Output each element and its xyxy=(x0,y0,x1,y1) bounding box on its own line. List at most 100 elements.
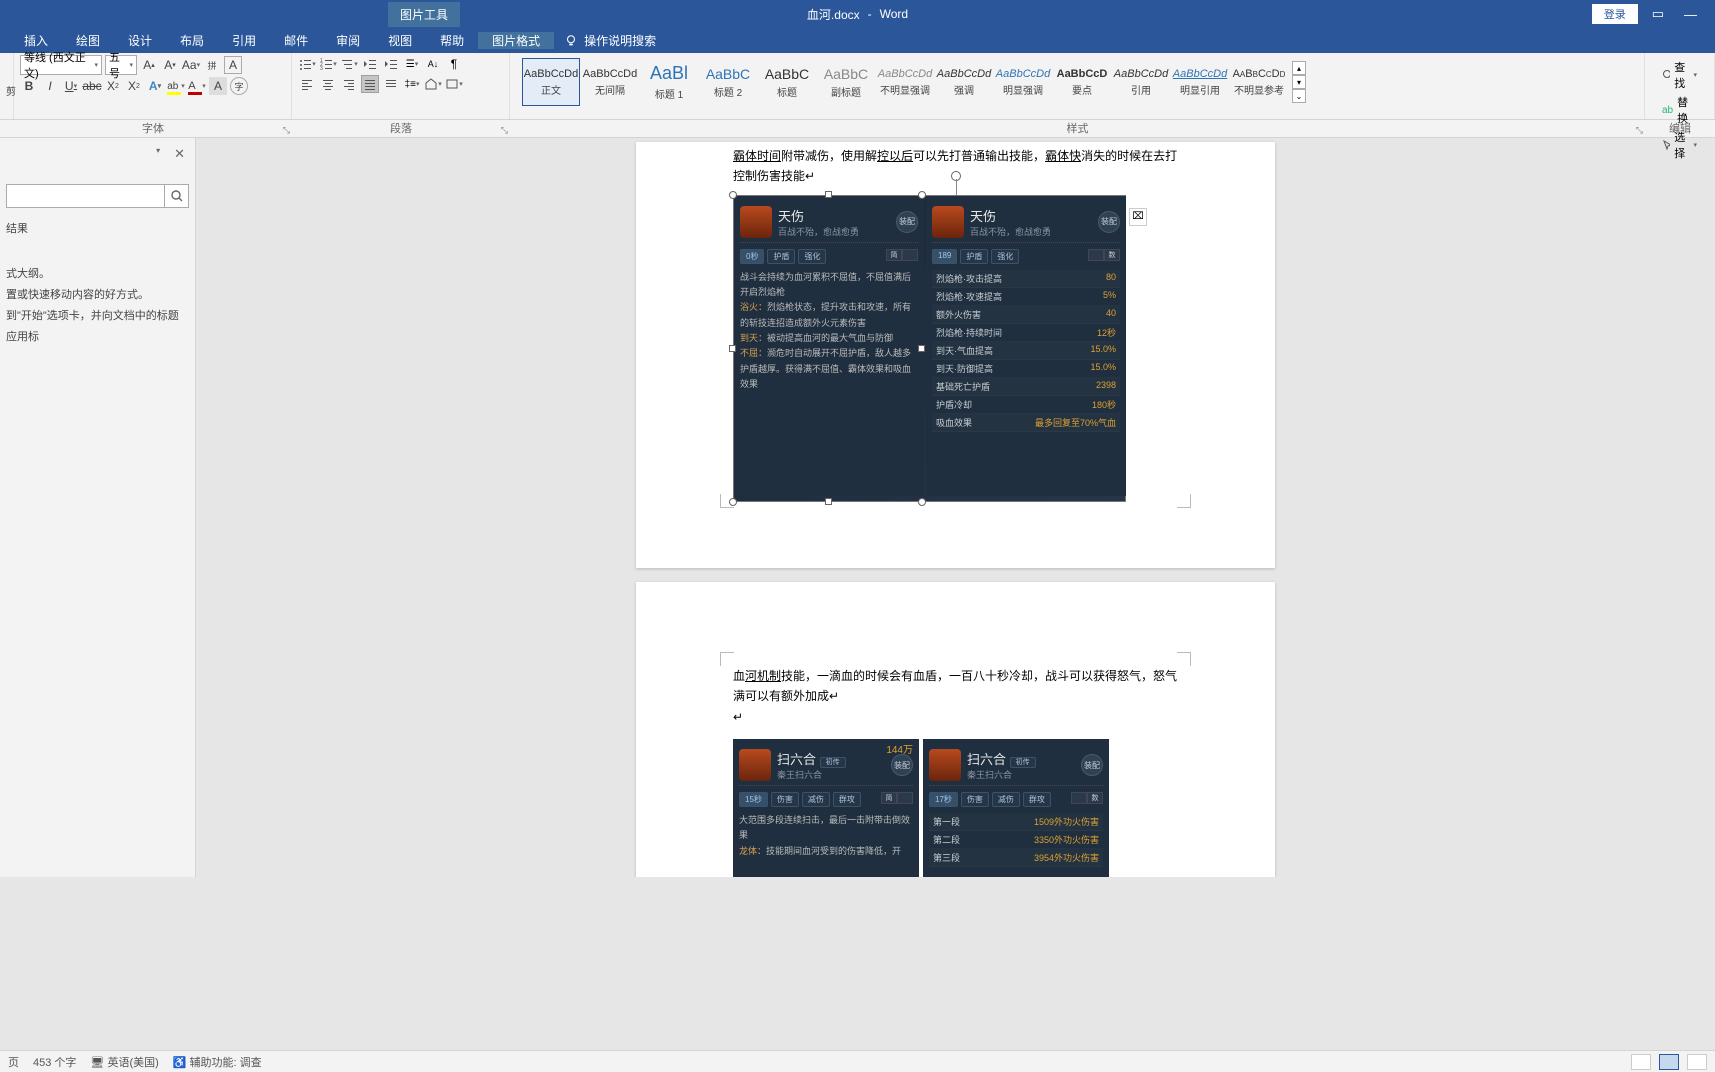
tab-review[interactable]: 审阅 xyxy=(322,32,374,49)
asian-layout[interactable]: ☰▾ xyxy=(403,55,421,73)
underline-button[interactable]: U▾ xyxy=(62,77,80,95)
status-language[interactable]: 🖥 英语(美国) xyxy=(90,1054,158,1070)
resize-handle-mr[interactable] xyxy=(918,345,925,352)
font-name-combo[interactable]: 等线 (西文正文)▾ xyxy=(20,55,102,75)
decrease-indent[interactable] xyxy=(361,55,379,73)
resize-handle-tm[interactable] xyxy=(825,191,832,198)
change-case[interactable]: Aa▾ xyxy=(182,56,200,74)
page-2: 血河机制技能，一滴血的时候会有血盾，一百八十秒冷却，战斗可以获得怒气，怒气满可以… xyxy=(636,582,1275,877)
tab-help[interactable]: 帮助 xyxy=(426,32,478,49)
styles-launcher[interactable]: ⤡ xyxy=(1636,125,1643,136)
paragraph-2[interactable]: 血河机制技能，一滴血的时候会有血盾，一百八十秒冷却，战斗可以获得怒气，怒气满可以… xyxy=(733,666,1178,707)
style-quote[interactable]: AaBbCcDd引用 xyxy=(1112,58,1170,106)
bullets-button[interactable]: ▾ xyxy=(298,55,316,73)
image-row-2: 144万 扫六合 初传秦王扫六合 装配 15秒 伤害 减伤 群攻 简 xyxy=(733,733,1178,877)
skill-icon xyxy=(740,206,772,238)
inserted-image-1[interactable]: ⌧ 天伤百战不殆，愈战愈勇 装配 0秒 护盾 xyxy=(733,195,1126,502)
align-center[interactable] xyxy=(319,75,337,93)
enclose-characters[interactable]: 字 xyxy=(230,77,248,95)
tell-me-search[interactable]: 操作说明搜索 xyxy=(554,32,656,49)
style-subtle-emphasis[interactable]: AaBbCcDd不明显强调 xyxy=(876,58,934,106)
nav-tab-results[interactable]: 结果 xyxy=(6,220,189,236)
text-effects[interactable]: A▾ xyxy=(146,77,164,95)
style-intense-quote[interactable]: AaBbCcDd明显引用 xyxy=(1171,58,1229,106)
nav-search-submit[interactable] xyxy=(164,185,188,207)
font-launcher[interactable]: ⤡ xyxy=(283,125,290,136)
distributed[interactable] xyxy=(382,75,400,93)
styles-group-label: 样式 xyxy=(1067,123,1089,135)
character-border[interactable]: A xyxy=(224,56,242,74)
style-no-spacing[interactable]: AaBbCcDd无间隔 xyxy=(581,58,639,106)
increase-indent[interactable] xyxy=(382,55,400,73)
style-heading1[interactable]: AaBl标题 1 xyxy=(640,58,698,106)
inserted-image-3[interactable]: 扫六合 初传秦王扫六合 装配 17秒 伤害 减伤 群攻 数 第一段1509外功火… xyxy=(923,739,1109,877)
italic-button[interactable]: I xyxy=(41,77,59,95)
status-page[interactable]: 页 xyxy=(8,1054,19,1070)
tab-picture-format[interactable]: 图片格式 xyxy=(478,32,554,49)
line-spacing[interactable]: ‡≡▾ xyxy=(403,75,421,93)
align-right[interactable] xyxy=(340,75,358,93)
sort-button[interactable]: A↓ xyxy=(424,55,442,73)
status-word-count[interactable]: 453 个字 xyxy=(33,1054,76,1070)
tab-layout[interactable]: 布局 xyxy=(166,32,218,49)
style-title[interactable]: AaBbC标题 xyxy=(758,58,816,106)
nav-dropdown[interactable]: ▾ xyxy=(156,146,160,162)
font-size-combo[interactable]: 五号▾ xyxy=(105,55,137,75)
align-left[interactable] xyxy=(298,75,316,93)
replace-icon: ab xyxy=(1662,105,1673,116)
superscript-button[interactable]: X2 xyxy=(125,77,143,95)
layout-options-button[interactable]: ⌧ xyxy=(1129,208,1147,226)
increase-font-size[interactable]: A▴ xyxy=(140,56,158,74)
nav-search-box[interactable] xyxy=(6,184,189,208)
style-emphasis[interactable]: AaBbCcDd强调 xyxy=(935,58,993,106)
subscript-button[interactable]: X2 xyxy=(104,77,122,95)
decrease-font-size[interactable]: A▾ xyxy=(161,56,179,74)
styles-gallery[interactable]: AaBbCcDd正文 AaBbCcDd无间隔 AaBl标题 1 AaBbC标题 … xyxy=(516,55,1638,109)
login-button[interactable]: 登录 xyxy=(1592,4,1638,24)
strikethrough-button[interactable]: abc xyxy=(83,77,101,95)
view-web-layout[interactable] xyxy=(1687,1054,1707,1070)
style-subtitle[interactable]: AaBbC副标题 xyxy=(817,58,875,106)
tab-view[interactable]: 视图 xyxy=(374,32,426,49)
style-intense-emphasis[interactable]: AaBbCcDd明显强调 xyxy=(994,58,1052,106)
tab-mailings[interactable]: 邮件 xyxy=(270,32,322,49)
tab-insert[interactable]: 插入 xyxy=(10,32,62,49)
margin-mark xyxy=(720,494,734,508)
resize-handle-tr[interactable] xyxy=(918,191,926,199)
bold-button[interactable]: B xyxy=(20,77,38,95)
view-read-mode[interactable] xyxy=(1631,1054,1651,1070)
document-canvas[interactable]: 霸体时间附带减伤，使用解控以后可以先打普通输出技能，霸体快消失的时候在去打控制伤… xyxy=(196,138,1715,877)
phonetic-guide[interactable]: 拼 xyxy=(203,56,221,74)
ribbon-display-options[interactable]: ▭ xyxy=(1646,6,1670,22)
gallery-scroll[interactable]: ▴▾⌄ xyxy=(1292,61,1306,103)
tab-references[interactable]: 引用 xyxy=(218,32,270,49)
style-strong[interactable]: AaBbCcD要点 xyxy=(1053,58,1111,106)
numbering-button[interactable]: 123▾ xyxy=(319,55,337,73)
resize-handle-br[interactable] xyxy=(918,498,926,506)
shading-button[interactable]: ▾ xyxy=(424,75,442,93)
nav-search-input[interactable] xyxy=(7,185,164,207)
show-paragraph-marks[interactable]: ¶ xyxy=(445,55,463,73)
inserted-image-2[interactable]: 144万 扫六合 初传秦王扫六合 装配 15秒 伤害 减伤 群攻 简 xyxy=(733,739,919,877)
resize-handle-ml[interactable] xyxy=(729,345,736,352)
status-accessibility[interactable]: ♿ 辅助功能: 调查 xyxy=(173,1054,262,1070)
resize-handle-tl[interactable] xyxy=(729,191,737,199)
tab-draw[interactable]: 绘图 xyxy=(62,32,114,49)
style-heading2[interactable]: AaBbC标题 2 xyxy=(699,58,757,106)
paragraph-launcher[interactable]: ⤡ xyxy=(501,125,508,136)
borders-button[interactable]: ▾ xyxy=(445,75,463,93)
highlight-color[interactable]: ab▾ xyxy=(167,77,185,95)
minimize-button[interactable]: — xyxy=(1678,7,1703,22)
nav-close-button[interactable]: ✕ xyxy=(174,146,185,162)
multilevel-list[interactable]: ▾ xyxy=(340,55,358,73)
view-print-layout[interactable] xyxy=(1659,1054,1679,1070)
resize-handle-bm[interactable] xyxy=(825,498,832,505)
find-button[interactable]: 查找▾ xyxy=(1659,58,1700,92)
game-card-4: 扫六合 初传秦王扫六合 装配 17秒 伤害 减伤 群攻 数 第一段1509外功火… xyxy=(923,739,1109,877)
align-justify[interactable] xyxy=(361,75,379,93)
style-subtle-reference[interactable]: AaBbCcDd不明显参考 xyxy=(1230,58,1288,106)
tab-design[interactable]: 设计 xyxy=(114,32,166,49)
character-shading[interactable]: A xyxy=(209,77,227,95)
style-normal[interactable]: AaBbCcDd正文 xyxy=(522,58,580,106)
font-color[interactable]: A▾ xyxy=(188,77,206,95)
